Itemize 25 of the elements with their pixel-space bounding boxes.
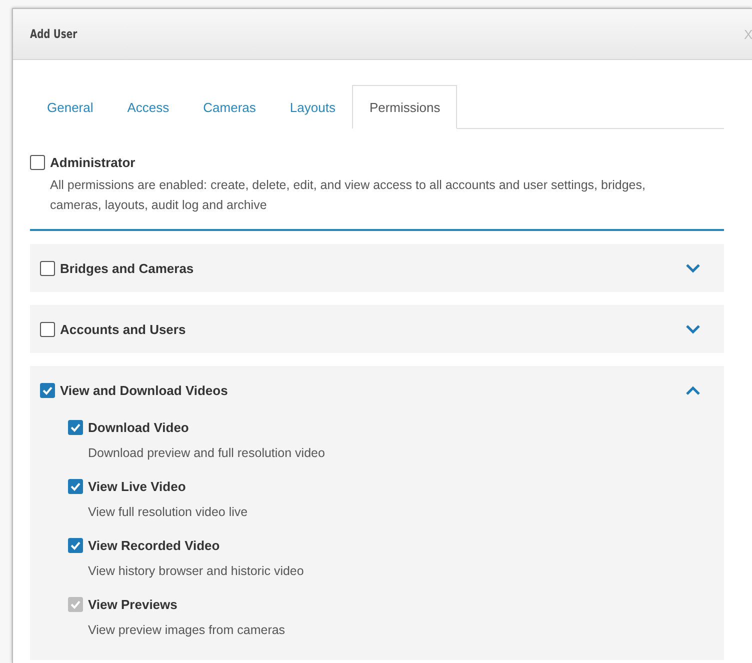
checkbox[interactable] [30, 155, 45, 170]
chevron-up-icon[interactable] [686, 386, 700, 394]
checkbox-label: Download Video [88, 420, 189, 435]
section-label: View and Download Videos [60, 382, 228, 398]
checkbox[interactable] [68, 479, 83, 494]
checkbox[interactable] [40, 260, 55, 276]
tab[interactable]: Permissions [352, 85, 458, 129]
checkbox[interactable] [40, 322, 55, 336]
checkbox-label: View Live Video [88, 479, 186, 494]
description: All permissions are enabled: create, delete, edit, and view access to all accounts and user settings, bridges, cameras, layouts, audit log and archive [49, 177, 646, 214]
description: View history browser and historic video [87, 563, 305, 580]
checkbox[interactable] [40, 382, 55, 398]
checkbox[interactable] [68, 538, 83, 553]
section-label: Bridges and Cameras [60, 260, 194, 276]
description: View preview images from cameras [87, 622, 286, 639]
checkbox-label: View Recorded Video [88, 538, 220, 553]
window-title: Add User [30, 27, 78, 41]
checkbox-label: Administrator [50, 155, 136, 170]
checkbox-label: View Previews [88, 597, 178, 612]
section-label: Accounts and Users [60, 322, 186, 336]
chevron-down-icon[interactable] [686, 264, 700, 272]
description: Download preview and full resolution video [87, 445, 326, 462]
checkbox[interactable] [68, 420, 83, 435]
chevron-down-icon[interactable] [686, 324, 700, 334]
description: View full resolution video live [87, 504, 249, 521]
